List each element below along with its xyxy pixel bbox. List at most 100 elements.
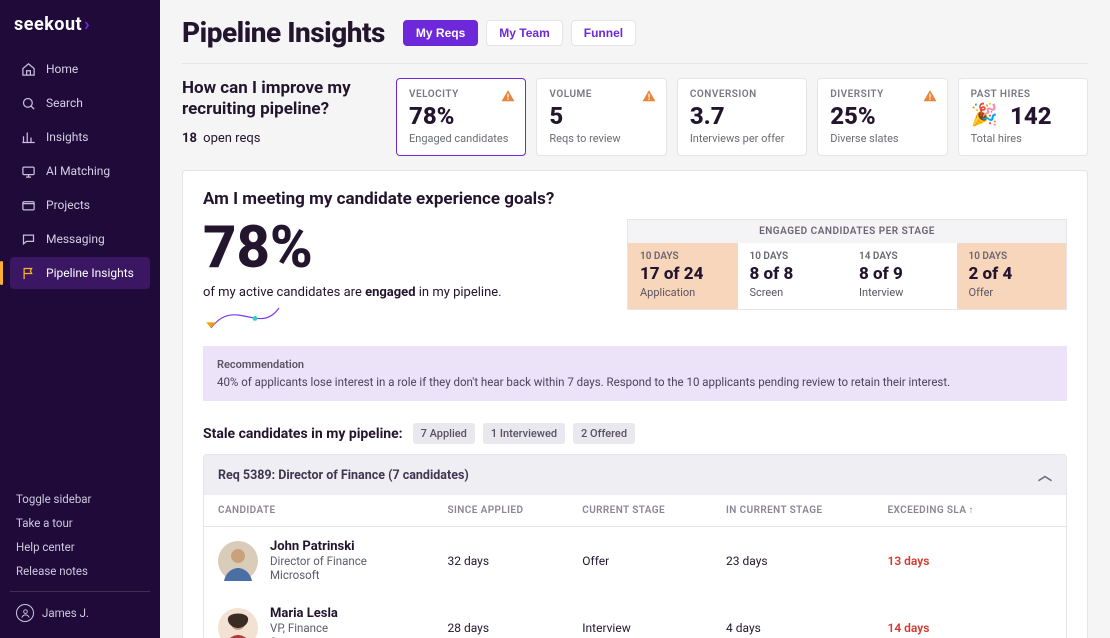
stage-name: Offer (969, 286, 1055, 299)
tv-icon (20, 163, 36, 179)
col-since[interactable]: SINCE APPLIED (434, 495, 569, 527)
sidebar-footer: Toggle sidebar Take a tour Help center R… (10, 487, 150, 626)
kpi-label: CONVERSION (690, 89, 794, 100)
stages-table: ENGAGED CANDIDATES PER STAGE 10 DAYS 17 … (627, 219, 1067, 310)
stage-days: 10 DAYS (640, 251, 726, 262)
sort-asc-icon: ↑ (968, 505, 973, 516)
nav-insights[interactable]: Insights (10, 121, 150, 153)
cell-in-stage: 4 days (712, 594, 873, 638)
kpi-value: 78% (409, 102, 513, 130)
kpi-label: VOLUME (549, 89, 653, 100)
kpi-value: 3.7 (690, 102, 794, 130)
sidebar: seekout› Home Search Insights (0, 0, 160, 638)
stage-name: Screen (750, 286, 836, 299)
col-candidate[interactable]: CANDIDATE (204, 495, 434, 527)
chip-offered[interactable]: 2 Offered (573, 423, 635, 444)
tab-funnel[interactable]: Funnel (571, 20, 636, 46)
recommendation-label: Recommendation (217, 358, 1053, 371)
page-title: Pipeline Insights (182, 16, 385, 49)
avatar (218, 541, 258, 581)
kpi-diversity[interactable]: DIVERSITY 25% Diverse slates (817, 78, 947, 156)
kpi-desc: Engaged candidates (409, 132, 513, 145)
nav-messaging[interactable]: Messaging (10, 223, 150, 255)
kpi-desc: Reqs to review (549, 132, 653, 145)
kpi-label: PAST HIRES (971, 89, 1075, 100)
confetti-icon: 🎉 (971, 103, 998, 128)
main: Pipeline Insights My Reqs My Team Funnel… (160, 0, 1110, 638)
req-title: Req 5389: Director of Finance (7 candida… (218, 468, 469, 483)
stage-days: 10 DAYS (750, 251, 836, 262)
nav-label: Insights (46, 130, 88, 144)
stage-name: Interview (859, 286, 945, 299)
open-reqs: 18 open reqs (182, 131, 382, 146)
warning-icon (923, 89, 937, 103)
goals-heading: Am I meeting my candidate experience goa… (203, 189, 1067, 209)
nav-projects[interactable]: Projects (10, 189, 150, 221)
kpi-volume[interactable]: VOLUME 5 Reqs to review (536, 78, 666, 156)
stage-ratio: 2 of 4 (969, 264, 1055, 284)
recommendation-text: 40% of applicants lose interest in a rol… (217, 375, 1053, 389)
stage-screen[interactable]: 10 DAYS 8 of 8 Screen (738, 243, 848, 309)
nav-label: Search (46, 96, 83, 110)
decorative-curve (203, 296, 443, 336)
stage-ratio: 17 of 24 (640, 264, 726, 284)
candidate-name: John Patrinski (270, 539, 367, 554)
chip-interviewed[interactable]: 1 Interviewed (483, 423, 565, 444)
chip-applied[interactable]: 7 Applied (413, 423, 475, 444)
tab-my-team[interactable]: My Team (486, 20, 562, 46)
table-row[interactable]: John Patrinski Director of Finance Micro… (204, 527, 1066, 595)
stage-application[interactable]: 10 DAYS 17 of 24 Application (628, 243, 738, 309)
engagement-percent: 78% (203, 219, 502, 277)
req-accordion-header[interactable]: Req 5389: Director of Finance (7 candida… (204, 455, 1066, 495)
stage-name: Application (640, 286, 726, 299)
table-row[interactable]: Maria Lesla VP, Finance Startup 28 days … (204, 594, 1066, 638)
current-user[interactable]: James J. (10, 600, 150, 626)
take-tour-link[interactable]: Take a tour (10, 511, 150, 535)
guiding-question: How can I improve my recruiting pipeline… (182, 78, 382, 146)
cell-stage: Interview (568, 594, 712, 638)
chat-icon (20, 231, 36, 247)
kpi-past-hires[interactable]: PAST HIRES 🎉 142 Total hires (958, 78, 1088, 156)
candidate-title: VP, Finance (270, 621, 338, 635)
kpi-label: VELOCITY (409, 89, 513, 100)
help-center-link[interactable]: Help center (10, 535, 150, 559)
nav-label: Messaging (46, 232, 105, 246)
recommendation-banner: Recommendation 40% of applicants lose in… (203, 346, 1067, 401)
col-stage[interactable]: CURRENT STAGE (568, 495, 712, 527)
primary-nav: Home Search Insights AI Matching (10, 53, 150, 289)
stage-interview[interactable]: 14 DAYS 8 of 9 Interview (847, 243, 957, 309)
candidate-title: Director of Finance (270, 554, 367, 568)
stage-offer[interactable]: 10 DAYS 2 of 4 Offer (957, 243, 1067, 309)
toggle-sidebar-link[interactable]: Toggle sidebar (10, 487, 150, 511)
kpi-label: DIVERSITY (830, 89, 934, 100)
nav-label: Home (46, 62, 78, 76)
question-text: How can I improve my recruiting pipeline… (182, 78, 382, 121)
cell-since: 28 days (434, 594, 569, 638)
nav-search[interactable]: Search (10, 87, 150, 119)
nav-label: Projects (46, 198, 90, 212)
col-sla[interactable]: EXCEEDING SLA↑ (873, 495, 1066, 527)
col-in-stage[interactable]: IN CURRENT STAGE (712, 495, 873, 527)
tab-my-reqs[interactable]: My Reqs (403, 20, 478, 46)
title-bar: Pipeline Insights My Reqs My Team Funnel (182, 16, 1088, 64)
nav-ai-matching[interactable]: AI Matching (10, 155, 150, 187)
folder-icon (20, 197, 36, 213)
stage-ratio: 8 of 9 (859, 264, 945, 284)
kpi-conversion[interactable]: CONVERSION 3.7 Interviews per offer (677, 78, 807, 156)
chevron-up-icon: ︿ (1038, 465, 1052, 485)
kpi-value: 25% (830, 102, 934, 130)
flag-icon (20, 265, 36, 281)
kpi-velocity[interactable]: VELOCITY 78% Engaged candidates (396, 78, 526, 156)
cell-since: 32 days (434, 527, 569, 595)
cell-stage: Offer (568, 527, 712, 595)
nav-pipeline-insights[interactable]: Pipeline Insights (10, 257, 150, 289)
brand-name: seekout (14, 14, 82, 35)
release-notes-link[interactable]: Release notes (10, 559, 150, 583)
nav-home[interactable]: Home (10, 53, 150, 85)
stale-heading: Stale candidates in my pipeline: (203, 426, 403, 442)
kpi-desc: Total hires (971, 132, 1075, 145)
nav-label: AI Matching (46, 164, 110, 178)
nav-label: Pipeline Insights (46, 266, 134, 280)
stages-header: ENGAGED CANDIDATES PER STAGE (628, 220, 1066, 243)
brand-chevron-icon: › (84, 14, 90, 35)
